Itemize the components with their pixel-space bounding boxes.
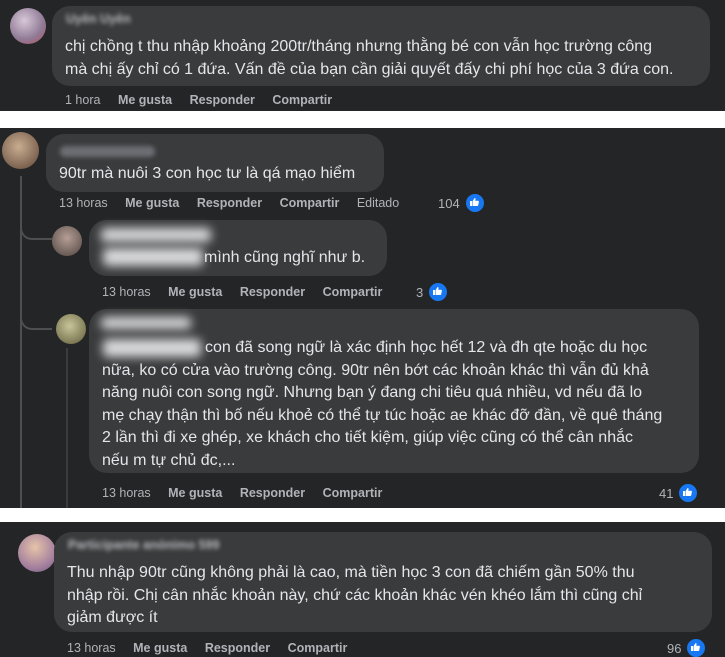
reaction-number: 41 bbox=[659, 485, 674, 501]
like-button[interactable]: Me gusta bbox=[125, 196, 179, 210]
comment-panel-1: Uyên Uyên chị chồng t thu nhập khoảng 20… bbox=[0, 0, 725, 111]
reply-button[interactable]: Responder bbox=[240, 285, 305, 299]
like-icon bbox=[677, 482, 700, 504]
reply-button[interactable]: Responder bbox=[197, 196, 262, 210]
comment-bubble: Uyên Uyên chị chồng t thu nhập khoảng 20… bbox=[52, 6, 710, 86]
share-button[interactable]: Compartir bbox=[323, 486, 383, 500]
blurred-mention bbox=[103, 248, 203, 266]
comment-bubble: Participante anónimo 599 Thu nhập 90tr c… bbox=[54, 532, 712, 632]
reaction-count[interactable]: 41 bbox=[659, 482, 700, 504]
share-button[interactable]: Compartir bbox=[323, 285, 383, 299]
like-icon bbox=[463, 192, 486, 214]
comment-text-continued: nữa, ko có cửa vào trường công. 90tr nên… bbox=[102, 361, 663, 469]
reply-button[interactable]: Responder bbox=[190, 93, 255, 107]
reply-bubble: con đã song ngữ là xác định học hết 12 v… bbox=[89, 309, 699, 473]
thread-line bbox=[66, 348, 68, 508]
comment-bubble: 90tr mà nuôi 3 con học tư là qá mạo hiểm bbox=[46, 134, 384, 192]
comment-panel-3: Participante anónimo 599 Thu nhập 90tr c… bbox=[0, 522, 725, 657]
reaction-count[interactable]: 96 bbox=[667, 637, 708, 657]
avatar[interactable] bbox=[10, 8, 46, 44]
like-button[interactable]: Me gusta bbox=[168, 285, 222, 299]
reaction-count[interactable]: 3 bbox=[416, 281, 450, 303]
comment-text: 90tr mà nuôi 3 con học tư là qá mạo hiểm bbox=[59, 165, 356, 182]
reply-bubble: mình cũng nghĩ như b. bbox=[89, 220, 387, 276]
blurred-name bbox=[101, 228, 211, 242]
blurred-name bbox=[101, 317, 191, 329]
share-button[interactable]: Compartir bbox=[288, 641, 348, 655]
comment-actions: 1 hora Me gusta Responder Compartir bbox=[65, 93, 346, 107]
timestamp: 1 hora bbox=[65, 93, 101, 107]
comment-panel-2: 90tr mà nuôi 3 con học tư là qá mạo hiểm… bbox=[0, 128, 725, 508]
reaction-number: 96 bbox=[667, 640, 682, 656]
like-button[interactable]: Me gusta bbox=[118, 93, 172, 107]
comment-actions: 13 horas Me gusta Responder Compartir bbox=[67, 641, 361, 655]
avatar[interactable] bbox=[56, 314, 86, 344]
timestamp: 13 horas bbox=[102, 486, 151, 500]
comment-actions: 13 horas Me gusta Responder Compartir bbox=[102, 285, 396, 299]
author-name[interactable] bbox=[60, 146, 155, 157]
like-icon bbox=[427, 281, 450, 303]
comment-actions: 13 horas Me gusta Responder Compartir Ed… bbox=[59, 196, 413, 210]
thread-connector bbox=[20, 218, 52, 240]
share-button[interactable]: Compartir bbox=[272, 93, 332, 107]
timestamp: 13 horas bbox=[67, 641, 116, 655]
avatar[interactable] bbox=[18, 534, 56, 572]
comment-text: con đã song ngữ là xác định học hết 12 v… bbox=[205, 339, 648, 356]
comment-text: mình cũng nghĩ như b. bbox=[204, 249, 366, 266]
comment-text: Thu nhập 90tr cũng không phải là cao, mà… bbox=[67, 564, 643, 626]
reaction-count[interactable]: 104 bbox=[438, 192, 486, 214]
reaction-number: 3 bbox=[416, 284, 424, 300]
reply-button[interactable]: Responder bbox=[205, 641, 270, 655]
comment-text: chị chồng t thu nhập khoảng 200tr/tháng … bbox=[65, 38, 674, 78]
edited-label: Editado bbox=[356, 196, 400, 210]
share-button[interactable]: Compartir bbox=[280, 196, 340, 210]
like-button[interactable]: Me gusta bbox=[133, 641, 187, 655]
timestamp: 13 horas bbox=[59, 196, 108, 210]
reaction-number: 104 bbox=[438, 195, 460, 211]
like-icon bbox=[685, 637, 708, 657]
like-button[interactable]: Me gusta bbox=[168, 486, 222, 500]
author-name[interactable]: Participante anónimo 599 bbox=[68, 538, 219, 552]
blurred-mention bbox=[103, 339, 201, 357]
reply-button[interactable]: Responder bbox=[240, 486, 305, 500]
author-name[interactable]: Uyên Uyên bbox=[66, 12, 131, 26]
thread-connector bbox=[20, 308, 52, 330]
timestamp: 13 horas bbox=[102, 285, 151, 299]
avatar[interactable] bbox=[52, 226, 82, 256]
avatar[interactable] bbox=[2, 132, 39, 169]
comment-actions: 13 horas Me gusta Responder Compartir bbox=[102, 486, 396, 500]
